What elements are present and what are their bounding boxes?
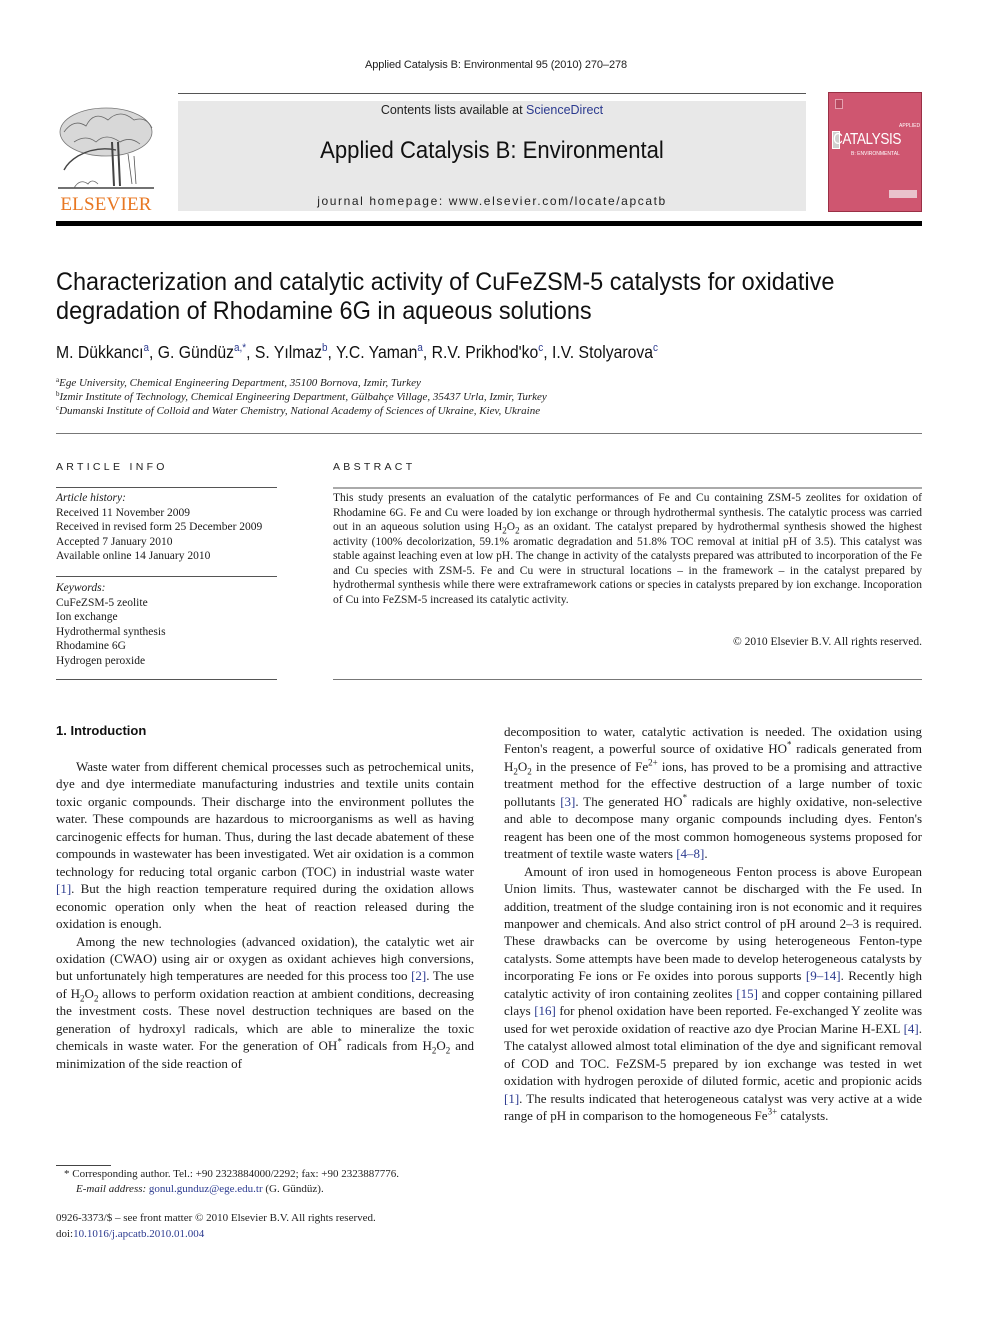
reference-link[interactable]: [4]: [904, 1021, 919, 1036]
author-affiliation-marker[interactable]: a,*: [234, 342, 246, 354]
front-matter: 0926-3373/$ – see front matter © 2010 El…: [56, 1211, 476, 1242]
article-info-heading: ARTICLE INFO: [56, 461, 168, 473]
journal-homepage-link[interactable]: journal homepage: www.elsevier.com/locat…: [178, 194, 806, 208]
author-affiliation-marker[interactable]: c: [653, 342, 658, 354]
history-item: Accepted 7 January 2010: [56, 535, 173, 548]
article-history: Article history: Received 11 November 20…: [56, 491, 281, 564]
affiliation-rule: [56, 433, 922, 434]
affiliations: aEge University, Chemical Engineering De…: [56, 376, 936, 418]
body-column-left: Waste water from different chemical proc…: [56, 758, 474, 1072]
history-item: Received in revised form 25 December 200…: [56, 521, 263, 533]
journal-masthead: Contents lists available at ScienceDirec…: [178, 101, 806, 211]
author-name[interactable]: M. Dükkancı: [56, 342, 144, 362]
keyword-item: Hydrogen peroxide: [56, 654, 146, 667]
reference-link[interactable]: [15]: [736, 986, 758, 1001]
author-name[interactable]: Y.C. Yaman: [336, 342, 417, 362]
elsevier-wordmark[interactable]: ELSEVIER: [54, 194, 158, 216]
contents-prefix: Contents lists available at: [380, 103, 527, 117]
affiliation-item: cDumanski Institute of Colloid and Water…: [56, 404, 541, 418]
history-item: Available online 14 January 2010: [56, 550, 211, 562]
history-item: Received 11 November 2009: [56, 506, 191, 519]
author-affiliation-marker[interactable]: a: [144, 342, 150, 354]
affiliation-item: aEge University, Chemical Engineering De…: [56, 376, 421, 390]
author-name[interactable]: I.V. Stolyarova: [552, 342, 653, 362]
abstract-copyright: © 2010 Elsevier B.V. All rights reserved…: [733, 636, 922, 648]
cover-volume-label: APPLIED: [899, 123, 921, 129]
cover-title: CATALYSIS: [833, 131, 901, 148]
issn-line: 0926-3373/$ – see front matter © 2010 El…: [56, 1212, 376, 1224]
author-affiliation-marker[interactable]: b: [322, 342, 328, 354]
abstract-text: This study presents an evaluation of the…: [333, 492, 922, 606]
author-name[interactable]: G. Gündüz: [158, 342, 234, 362]
article-info-rule: [56, 679, 277, 680]
doi-link[interactable]: 10.1016/j.apcatb.2010.01.004: [73, 1228, 204, 1240]
reference-link[interactable]: [9–14]: [806, 968, 841, 983]
article-info-rule: [56, 576, 277, 577]
author-list: M. Dükkancıa, G. Gündüza,*, S. Yılmazb, …: [56, 342, 658, 362]
article-history-label: Article history:: [56, 492, 126, 504]
keyword-item: Ion exchange: [56, 611, 118, 623]
paragraph: Waste water from different chemical proc…: [56, 759, 474, 932]
cover-subtitle: B: ENVIRONMENTAL: [851, 151, 900, 157]
section-heading-introduction: 1. Introduction: [56, 723, 147, 738]
cover-footer-logo: [889, 190, 917, 198]
masthead-thick-rule: [56, 221, 922, 226]
abstract-rule: [333, 487, 922, 489]
journal-title: Applied Catalysis B: Environmental: [320, 137, 664, 164]
affiliation-item: bIzmir Institute of Technology, Chemical…: [56, 390, 547, 404]
reference-link[interactable]: [1]: [56, 881, 71, 896]
keyword-item: CuFeZSM-5 zeolite: [56, 596, 148, 609]
abstract-heading: ABSTRACT: [333, 461, 416, 473]
paragraph: decomposition to water, catalytic activa…: [504, 724, 923, 862]
article-title-line-2: degradation of Rhodamine 6G in aqueous s…: [56, 297, 592, 325]
author-affiliation-marker[interactable]: a: [417, 342, 423, 354]
reference-link[interactable]: [2]: [411, 968, 426, 983]
cover-logo-icon: [835, 99, 843, 109]
article-title: Characterization and catalytic activity …: [56, 268, 874, 326]
running-head: Applied Catalysis B: Environmental 95 (2…: [364, 59, 628, 71]
footnote-marker: *: [64, 1168, 70, 1180]
doi-prefix: doi:: [56, 1227, 74, 1240]
email-suffix: (G. Gündüz).: [262, 1183, 324, 1195]
author-name[interactable]: R.V. Prikhod'ko: [432, 342, 539, 362]
reference-link[interactable]: [3]: [560, 794, 575, 809]
article-info-rule: [56, 487, 277, 488]
paragraph: Amount of iron used in homogeneous Fento…: [504, 863, 922, 1123]
footnote-rule: [56, 1165, 111, 1166]
author-affiliation-marker[interactable]: c: [538, 342, 543, 354]
article-title-line-1: Characterization and catalytic activity …: [56, 268, 835, 296]
keyword-item: Hydrothermal synthesis: [56, 625, 166, 638]
keywords-label: Keywords:: [56, 582, 106, 594]
keywords: Keywords: CuFeZSM-5 zeolite Ion exchange…: [56, 581, 281, 668]
reference-link[interactable]: [4–8]: [676, 846, 704, 861]
sciencedirect-link[interactable]: ScienceDirect: [526, 103, 603, 117]
email-label: E-mail address:: [76, 1183, 147, 1195]
author-name[interactable]: S. Yılmaz: [255, 342, 322, 362]
abstract-rule: [333, 679, 922, 680]
reference-link[interactable]: [16]: [534, 1003, 556, 1018]
header-rule: [178, 93, 806, 94]
body-column-right: decomposition to water, catalytic activa…: [504, 723, 922, 1124]
keyword-item: Rhodamine 6G: [56, 640, 126, 652]
corresponding-author-text: Corresponding author. Tel.: +90 23238840…: [69, 1168, 399, 1180]
reference-link[interactable]: [1]: [504, 1091, 519, 1106]
paragraph: Among the new technologies (advanced oxi…: [56, 933, 474, 1071]
email-link[interactable]: gonul.gunduz@ege.edu.tr: [149, 1183, 263, 1195]
journal-cover-thumbnail[interactable]: APPLIED CATALYSIS B: ENVIRONMENTAL: [828, 92, 922, 212]
corresponding-author-footnote: * Corresponding author. Tel.: +90 232388…: [56, 1167, 476, 1197]
contents-line: Contents lists available at ScienceDirec…: [178, 103, 806, 117]
